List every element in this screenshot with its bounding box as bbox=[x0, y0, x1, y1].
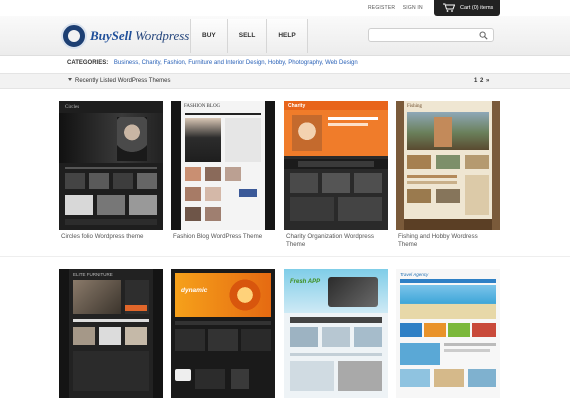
row-divider bbox=[0, 256, 570, 257]
next-page-arrow[interactable]: » bbox=[486, 78, 489, 84]
theme-thumbnail[interactable]: ELITE FURNITURE bbox=[59, 269, 163, 398]
theme-thumbnail[interactable]: Fresh APP bbox=[284, 269, 388, 398]
theme-caption[interactable]: Charity Organization Wordpress Theme bbox=[286, 233, 386, 248]
register-link[interactable]: REGISTER bbox=[368, 5, 395, 11]
search-icon[interactable] bbox=[479, 31, 488, 40]
logo-badge-icon[interactable] bbox=[61, 23, 87, 49]
section-header: Recently Listed WordPress Themes 1 2 » bbox=[0, 73, 570, 89]
theme-thumbnail[interactable]: dynamic bbox=[171, 269, 275, 398]
theme-caption[interactable]: Fashion Blog WordPress Theme bbox=[173, 233, 273, 241]
logo-secondary: Wordpress bbox=[135, 28, 190, 43]
theme-thumbnail[interactable]: Fishing bbox=[396, 101, 500, 230]
nav-sell[interactable]: SELL bbox=[226, 19, 267, 53]
logo-primary: BuySell bbox=[90, 28, 132, 43]
category-charity[interactable]: Charity bbox=[142, 60, 161, 66]
account-links: REGISTER SIGN IN bbox=[368, 5, 429, 11]
site-header: BuySell Wordpress BUY SELL HELP bbox=[0, 16, 570, 56]
cart-icon bbox=[443, 3, 455, 12]
category-photography[interactable]: Photography bbox=[288, 60, 322, 66]
pagination: 1 2 » bbox=[474, 78, 490, 84]
page-2[interactable]: 2 bbox=[480, 78, 483, 84]
search-box bbox=[368, 28, 494, 47]
utility-bar: REGISTER SIGN IN Cart (0) items bbox=[0, 0, 570, 16]
sign-in-link[interactable]: SIGN IN bbox=[403, 5, 423, 11]
section-title[interactable]: Recently Listed WordPress Themes bbox=[68, 78, 170, 84]
nav-buy[interactable]: BUY bbox=[190, 19, 227, 53]
category-web-design[interactable]: Web Design bbox=[325, 60, 358, 66]
page-1[interactable]: 1 bbox=[474, 78, 477, 84]
category-bar: CATEGORIES: Business, Charity, Fashion, … bbox=[67, 60, 358, 66]
nav-help[interactable]: HELP bbox=[266, 19, 308, 53]
main-nav: BUY SELL HELP bbox=[190, 19, 308, 53]
site-logo[interactable]: BuySell Wordpress bbox=[90, 28, 189, 44]
theme-thumbnail[interactable]: Travel Agency bbox=[396, 269, 500, 398]
cart-button[interactable]: Cart (0) items bbox=[434, 0, 500, 16]
category-business[interactable]: Business bbox=[114, 60, 138, 66]
theme-thumbnail[interactable]: Circles bbox=[59, 101, 163, 230]
category-furniture[interactable]: Furniture and Interior Design bbox=[188, 60, 264, 66]
search-input[interactable] bbox=[369, 35, 479, 47]
collapse-triangle-icon bbox=[68, 78, 72, 81]
category-hobby[interactable]: Hobby bbox=[268, 60, 285, 66]
theme-caption[interactable]: Fishing and Hobby Wordress Theme bbox=[398, 233, 498, 248]
theme-caption[interactable]: Circles folio Wordpress theme bbox=[61, 233, 161, 241]
categories-label: CATEGORIES: bbox=[67, 60, 109, 66]
theme-thumbnail[interactable]: FASHION BLOG bbox=[171, 101, 275, 230]
category-fashion[interactable]: Fashion bbox=[164, 60, 185, 66]
cart-label: Cart (0) items bbox=[460, 5, 494, 11]
theme-thumbnail[interactable]: Charity bbox=[284, 101, 388, 230]
